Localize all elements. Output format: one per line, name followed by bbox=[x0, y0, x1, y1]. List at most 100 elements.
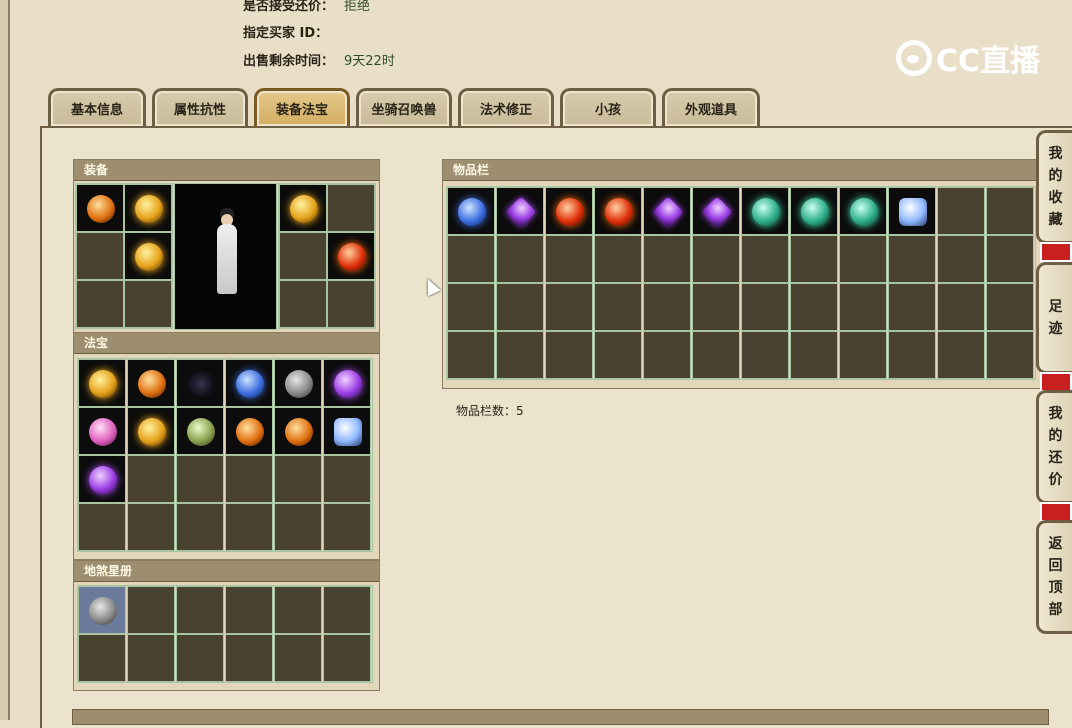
side-tab-label: 我的还价 bbox=[1048, 406, 1063, 488]
inventory-slot[interactable] bbox=[594, 187, 642, 235]
inventory-slot-empty bbox=[986, 235, 1034, 283]
fabao-cloth-icon bbox=[334, 370, 362, 398]
fabao-slot[interactable] bbox=[225, 359, 273, 407]
fabao-slot[interactable] bbox=[127, 407, 175, 455]
fabao-ring-icon bbox=[89, 466, 117, 494]
inventory-slot-empty bbox=[741, 331, 789, 379]
inventory-slot-empty bbox=[643, 235, 691, 283]
inventory-slot[interactable] bbox=[741, 187, 789, 235]
inventory-slot[interactable] bbox=[790, 187, 838, 235]
fabao-slot-empty bbox=[225, 503, 273, 551]
inventory-slot-empty bbox=[447, 235, 495, 283]
tab-label: 外观道具 bbox=[684, 103, 737, 118]
inventory-slot-empty bbox=[888, 235, 936, 283]
inventory-slot[interactable] bbox=[496, 187, 544, 235]
tab-basic-info[interactable]: 基本信息 bbox=[48, 88, 146, 126]
fabao-slot[interactable] bbox=[274, 359, 322, 407]
cc-live-watermark: CC直播 bbox=[896, 36, 1041, 80]
equip-slot[interactable] bbox=[124, 184, 172, 232]
tab-label: 法术修正 bbox=[479, 103, 532, 118]
inventory-slot-empty bbox=[594, 331, 642, 379]
inventory-slot-empty bbox=[594, 283, 642, 331]
fabao-slot[interactable] bbox=[323, 359, 371, 407]
fabao-slot[interactable] bbox=[176, 407, 224, 455]
inventory-slot-empty bbox=[496, 331, 544, 379]
equip-slot-empty bbox=[279, 232, 327, 280]
tab-child[interactable]: 小孩 bbox=[560, 88, 656, 126]
cc-logo-icon bbox=[896, 40, 932, 76]
equip-slot[interactable] bbox=[327, 232, 375, 280]
crown-icon bbox=[135, 195, 163, 223]
equip-slot[interactable] bbox=[279, 184, 327, 232]
inventory-slot[interactable] bbox=[447, 187, 495, 235]
fabao-slot-empty bbox=[127, 455, 175, 503]
inventory-slot[interactable] bbox=[692, 187, 740, 235]
side-tab-my-favorites[interactable]: 我的收藏 bbox=[1036, 130, 1072, 244]
inventory-slot-empty bbox=[937, 331, 985, 379]
fabao-slot[interactable] bbox=[78, 407, 126, 455]
info-label: 是否接受还价： bbox=[243, 0, 335, 14]
blue-crystal-icon bbox=[458, 198, 486, 226]
tab-equipment-fabao[interactable]: 装备法宝 bbox=[254, 88, 350, 126]
inventory-slot-empty bbox=[986, 331, 1034, 379]
disha-slot-empty bbox=[323, 634, 371, 682]
side-tab-back-to-top[interactable]: 返回顶部 bbox=[1036, 520, 1072, 634]
fabao-slot-empty bbox=[225, 455, 273, 503]
side-tab-footprints[interactable]: 足迹 bbox=[1036, 262, 1072, 374]
inventory-slot-empty bbox=[692, 283, 740, 331]
inventory-slot[interactable] bbox=[839, 187, 887, 235]
inventory-slot-empty bbox=[790, 235, 838, 283]
inventory-slot-empty bbox=[643, 283, 691, 331]
inventory-slot-empty bbox=[986, 283, 1034, 331]
disha-slot-empty bbox=[225, 634, 273, 682]
inventory-slot-empty bbox=[888, 331, 936, 379]
inventory-slot-empty bbox=[692, 331, 740, 379]
inventory-slot-empty bbox=[937, 187, 985, 235]
fabao-lantern-icon bbox=[89, 370, 117, 398]
tab-mounts-pets[interactable]: 坐骑召唤兽 bbox=[356, 88, 452, 126]
teal-orb-icon bbox=[801, 198, 829, 226]
inventory-slot-empty bbox=[496, 235, 544, 283]
info-label: 出售剩余时间： bbox=[243, 54, 335, 69]
inventory-slot-empty bbox=[888, 283, 936, 331]
disha-slot[interactable] bbox=[78, 586, 126, 634]
necklace-icon bbox=[290, 195, 318, 223]
section-title: 地煞星册 bbox=[74, 561, 379, 582]
info-label: 指定买家 ID： bbox=[243, 26, 329, 41]
inventory-slot-empty bbox=[937, 235, 985, 283]
inventory-slot-empty bbox=[447, 331, 495, 379]
fabao-slot-empty bbox=[274, 455, 322, 503]
tab-spell-correction[interactable]: 法术修正 bbox=[458, 88, 554, 126]
inventory-slot[interactable] bbox=[888, 187, 936, 235]
inventory-slot-empty bbox=[790, 331, 838, 379]
fabao-slot[interactable] bbox=[323, 407, 371, 455]
tab-appearance-items[interactable]: 外观道具 bbox=[662, 88, 760, 126]
red-orb-icon bbox=[605, 198, 633, 226]
fabao-slot-empty bbox=[323, 455, 371, 503]
fabao-slot[interactable] bbox=[78, 455, 126, 503]
fabao-slot[interactable] bbox=[127, 359, 175, 407]
character-figure-icon bbox=[217, 224, 237, 294]
tab-label: 坐骑召唤兽 bbox=[371, 103, 437, 118]
info-row-buyer-id: 指定买家 ID： bbox=[243, 22, 338, 41]
fabao-bell-icon bbox=[89, 418, 117, 446]
side-tab-my-counteroffers[interactable]: 我的还价 bbox=[1036, 390, 1072, 504]
purple-crystal-icon bbox=[505, 196, 537, 228]
fabao-slot[interactable] bbox=[274, 407, 322, 455]
section-title: 法宝 bbox=[74, 333, 379, 354]
fabao-slot[interactable] bbox=[176, 359, 224, 407]
info-row-remaining-time: 出售剩余时间： 9天22时 bbox=[243, 50, 395, 69]
fabao-slot[interactable] bbox=[78, 359, 126, 407]
tab-attributes[interactable]: 属性抗性 bbox=[152, 88, 248, 126]
equip-slot[interactable] bbox=[124, 232, 172, 280]
inventory-slot-empty bbox=[986, 187, 1034, 235]
inventory-slot-empty bbox=[741, 235, 789, 283]
equip-slot[interactable] bbox=[76, 184, 124, 232]
side-separator bbox=[1040, 242, 1072, 262]
disha-slot-empty bbox=[127, 634, 175, 682]
fabao-slot[interactable] bbox=[225, 407, 273, 455]
disha-slot-empty bbox=[274, 586, 322, 634]
side-tab-label: 足迹 bbox=[1048, 299, 1063, 337]
inventory-slot[interactable] bbox=[545, 187, 593, 235]
inventory-slot[interactable] bbox=[643, 187, 691, 235]
